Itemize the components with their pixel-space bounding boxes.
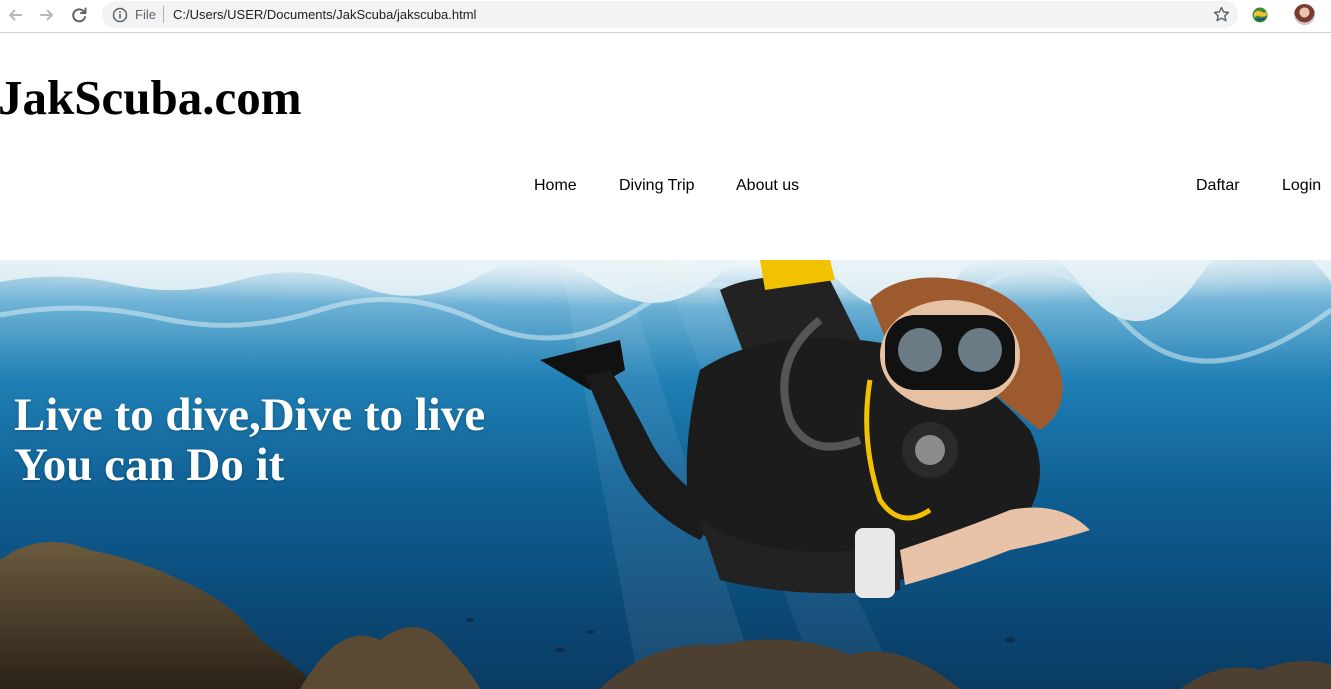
back-arrow-icon[interactable] <box>4 4 26 26</box>
address-divider <box>163 6 164 23</box>
nav-daftar-link[interactable]: Daftar <box>1196 176 1240 196</box>
nav-login-link[interactable]: Login <box>1282 176 1321 196</box>
info-icon[interactable] <box>112 7 128 23</box>
hero-banner: Live to dive,Dive to live You can Do it <box>0 260 1331 689</box>
site-title: JakScuba.com <box>0 70 302 125</box>
hero-tagline: Live to dive,Dive to live You can Do it <box>14 390 485 490</box>
nav-home-link[interactable]: Home <box>534 176 577 196</box>
address-url[interactable]: C:/Users/USER/Documents/JakScuba/jakscub… <box>173 7 476 22</box>
hero-tagline-line-1: Live to dive,Dive to live <box>14 389 486 441</box>
reload-icon[interactable] <box>68 4 90 26</box>
address-bar[interactable]: File C:/Users/USER/Documents/JakScuba/ja… <box>102 1 1238 28</box>
nav-about-us-link[interactable]: About us <box>736 176 799 196</box>
scheme-label: File <box>135 7 156 22</box>
star-icon[interactable] <box>1213 6 1230 23</box>
forward-arrow-icon[interactable] <box>36 4 58 26</box>
profile-avatar[interactable] <box>1294 4 1315 25</box>
nav-diving-trip-link[interactable]: Diving Trip <box>619 176 695 196</box>
extension-icon[interactable] <box>1250 5 1270 25</box>
hero-tagline-line-2: You can Do it <box>14 439 285 491</box>
browser-toolbar: File C:/Users/USER/Documents/JakScuba/ja… <box>0 0 1331 33</box>
